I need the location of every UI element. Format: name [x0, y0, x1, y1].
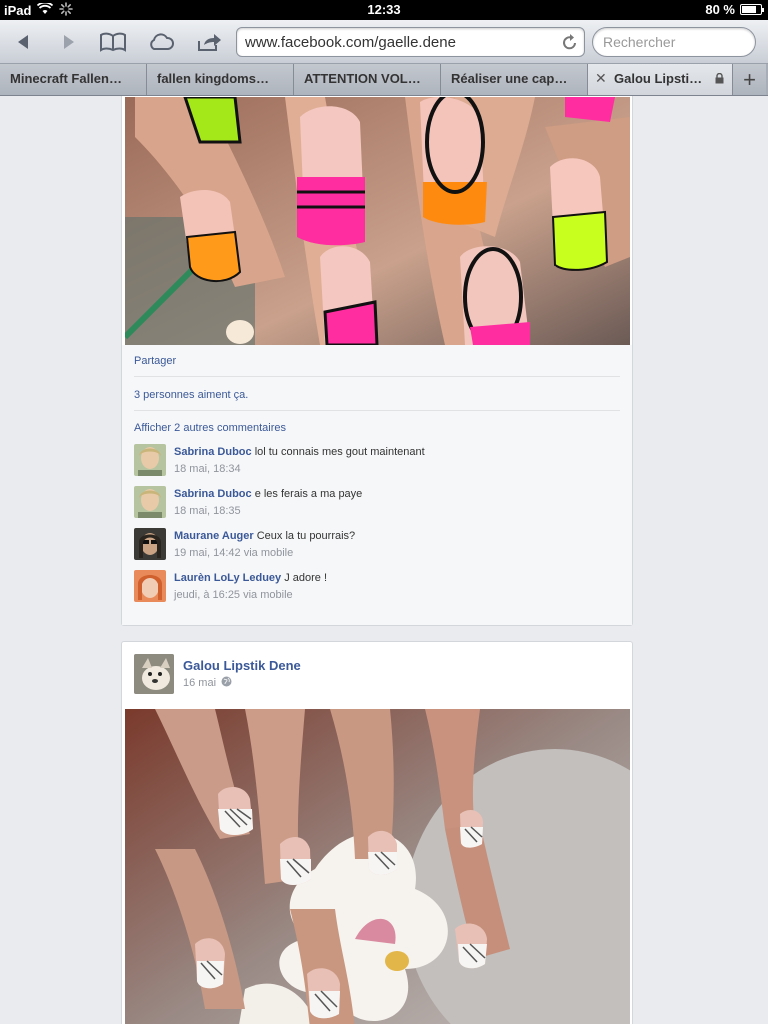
post-author[interactable]: Galou Lipstik Dene — [183, 658, 301, 673]
address-bar[interactable]: www.facebook.com/gaelle.dene — [236, 27, 585, 57]
avatar[interactable] — [134, 570, 166, 602]
book-icon[interactable] — [98, 28, 128, 56]
comment-body: Sabrina Duboc lol tu connais mes gout ma… — [174, 446, 425, 458]
comment: Maurane Auger Ceux la tu pourrais? 19 ma… — [134, 528, 620, 562]
post-photo-french-nails[interactable] — [125, 709, 630, 1024]
back-arrow-icon[interactable] — [8, 28, 38, 56]
close-tab-icon[interactable]: ✕ — [595, 70, 607, 87]
likes-summary[interactable]: 3 personnes aiment ça. — [134, 389, 248, 401]
browser-toolbar: www.facebook.com/gaelle.dene Rechercher — [0, 20, 768, 64]
comment-timestamp[interactable]: 19 mai, 14:42 via mobile — [174, 547, 293, 559]
lock-icon — [715, 72, 724, 87]
comment: Laurèn LoLy Leduey J adore ! jeudi, à 16… — [134, 570, 620, 604]
comment-text: e les ferais a ma paye — [254, 488, 363, 500]
comment-body: Maurane Auger Ceux la tu pourrais? — [174, 530, 355, 542]
tab-minecraft[interactable]: Minecraft Fallen… — [0, 64, 147, 95]
battery-percent: 80 % — [705, 2, 735, 17]
search-placeholder: Rechercher — [603, 34, 676, 50]
tab-galou-active[interactable]: ✕ Galou Lipsti… — [588, 64, 733, 95]
comment-author[interactable]: Maurane Auger — [174, 530, 254, 542]
comment-text: lol tu connais mes gout maintenant — [254, 446, 425, 458]
avatar[interactable] — [134, 528, 166, 560]
comment: Sabrina Duboc e les ferais a ma paye 18 … — [134, 486, 620, 520]
comment-body: Laurèn LoLy Leduey J adore ! — [174, 572, 327, 584]
tab-label: fallen kingdoms… — [157, 71, 269, 86]
url-text: www.facebook.com/gaelle.dene — [245, 34, 456, 51]
comment-timestamp[interactable]: 18 mai, 18:35 — [174, 505, 241, 517]
comment-text: J adore ! — [284, 572, 328, 584]
search-input[interactable]: Rechercher — [592, 27, 756, 57]
globe-icon — [221, 676, 232, 690]
new-tab-button[interactable]: + — [733, 64, 766, 95]
share-link[interactable]: Partager — [134, 355, 176, 367]
show-more-comments-link[interactable]: Afficher 2 autres commentaires — [134, 422, 286, 434]
tab-attention[interactable]: ATTENTION VOL… — [294, 64, 441, 95]
divider — [134, 410, 620, 411]
post-card: Galou Lipstik Dene 16 mai — [121, 641, 633, 1024]
post-photo-neon-nails[interactable] — [125, 97, 630, 345]
clock: 12:33 — [367, 2, 401, 17]
tab-label: Galou Lipsti… — [614, 71, 703, 86]
post-date[interactable]: 16 mai — [183, 677, 216, 689]
comment-text: Ceux la tu pourrais? — [256, 530, 356, 542]
page-content[interactable]: Partager 3 personnes aiment ça. Afficher… — [0, 96, 768, 1024]
divider — [134, 376, 620, 377]
comment-author[interactable]: Sabrina Duboc — [174, 446, 252, 458]
comment-timestamp[interactable]: jeudi, à 16:25 via mobile — [174, 589, 293, 601]
comment-author[interactable]: Laurèn LoLy Leduey — [174, 572, 281, 584]
tab-bar: Minecraft Fallen… fallen kingdoms… ATTEN… — [0, 64, 768, 96]
tab-label: ATTENTION VOL… — [304, 71, 421, 86]
new-tab-label: + — [743, 66, 756, 92]
post-feedback: Partager 3 personnes aiment ça. Afficher… — [122, 345, 632, 625]
forward-arrow-icon[interactable] — [54, 28, 84, 56]
post-card: Partager 3 personnes aiment ça. Afficher… — [121, 96, 633, 626]
cloud-icon[interactable] — [146, 28, 176, 56]
avatar[interactable] — [134, 444, 166, 476]
tab-realiser[interactable]: Réaliser une cap… — [441, 64, 588, 95]
comment-body: Sabrina Duboc e les ferais a ma paye — [174, 488, 362, 500]
comment-author[interactable]: Sabrina Duboc — [174, 488, 252, 500]
reload-icon[interactable] — [562, 33, 578, 55]
share-icon[interactable] — [194, 28, 224, 56]
comment-timestamp[interactable]: 18 mai, 18:34 — [174, 463, 241, 475]
battery-icon — [740, 4, 764, 15]
tab-label: Minecraft Fallen… — [10, 71, 122, 86]
tab-label: Réaliser une cap… — [451, 71, 568, 86]
avatar[interactable] — [134, 486, 166, 518]
status-bar: iPad 12:33 80 % — [0, 0, 768, 20]
tab-fallen-kingdoms[interactable]: fallen kingdoms… — [147, 64, 294, 95]
comment: Sabrina Duboc lol tu connais mes gout ma… — [134, 444, 620, 478]
post-meta: 16 mai — [183, 676, 232, 690]
avatar[interactable] — [134, 654, 174, 694]
